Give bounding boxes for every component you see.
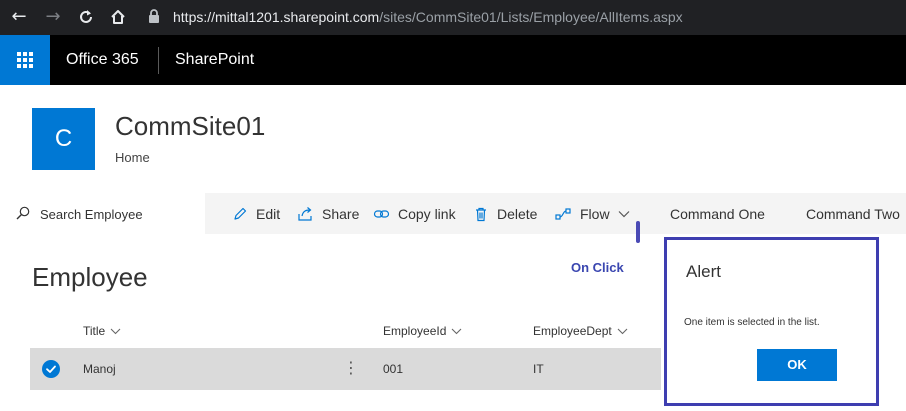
column-header-title[interactable]: Title — [83, 324, 121, 338]
list-title: Employee — [32, 262, 148, 292]
chevron-down-icon — [618, 210, 629, 217]
chevron-down-icon — [110, 328, 121, 334]
command-two-button[interactable]: Command Two — [806, 193, 900, 234]
command-one-button[interactable]: Command One — [670, 193, 765, 234]
suite-divider — [158, 47, 159, 74]
link-icon — [373, 209, 390, 218]
alert-dialog: Alert One item is selected in the list. … — [664, 237, 879, 406]
column-header-employeeid[interactable]: EmployeeId — [383, 324, 462, 338]
column-header-employeedept[interactable]: EmployeeDept — [533, 324, 628, 338]
search-box[interactable]: Search Employee — [0, 193, 205, 234]
cell-employeeid: 001 — [383, 362, 404, 376]
office365-link[interactable]: Office 365 — [66, 51, 139, 69]
flow-label: Flow — [580, 205, 610, 222]
ok-button[interactable]: OK — [757, 349, 837, 381]
chevron-down-icon — [451, 328, 462, 334]
reload-icon[interactable] — [75, 6, 97, 28]
share-icon — [298, 206, 312, 221]
delete-button[interactable]: Delete — [473, 193, 537, 234]
edit-button[interactable]: Edit — [232, 193, 280, 234]
command-two-label: Command Two — [806, 205, 900, 222]
more-options-icon[interactable]: ⋮ — [343, 360, 359, 378]
search-input[interactable]: Search Employee — [40, 207, 143, 222]
column-header-label: EmployeeId — [383, 324, 447, 338]
site-logo[interactable]: C — [32, 108, 95, 170]
sharepoint-link[interactable]: SharePoint — [175, 51, 254, 69]
copy-link-label: Copy link — [398, 205, 456, 222]
lock-icon[interactable] — [148, 9, 160, 28]
search-icon — [16, 206, 30, 220]
back-arrow-icon[interactable]: ← — [8, 6, 30, 28]
suite-bar: Office 365 SharePoint — [0, 35, 906, 85]
chevron-down-icon — [617, 328, 628, 334]
cell-employeedept: IT — [533, 362, 544, 376]
on-click-label: On Click — [571, 260, 624, 275]
focus-indicator — [636, 221, 640, 243]
app-launcher-waffle-icon[interactable] — [0, 35, 50, 85]
url-domain: https://mittal1201.sharepoint.com — [173, 9, 380, 25]
browser-toolbar: ← → https://mittal1201.sharepoint.com/si… — [0, 0, 906, 35]
home-icon[interactable] — [107, 6, 129, 28]
copy-link-button[interactable]: Copy link — [373, 193, 456, 234]
flow-icon — [555, 207, 571, 220]
column-header-label: Title — [83, 324, 106, 338]
share-button[interactable]: Share — [297, 193, 359, 234]
delete-label: Delete — [497, 205, 538, 222]
edit-label: Edit — [256, 205, 281, 222]
nav-home-link[interactable]: Home — [115, 150, 150, 165]
pencil-icon — [234, 207, 247, 220]
cell-title[interactable]: Manoj — [83, 362, 116, 376]
flow-button[interactable]: Flow — [555, 193, 638, 234]
forward-arrow-icon[interactable]: → — [42, 6, 64, 28]
url-path: /sites/CommSite01/Lists/Employee/AllItem… — [379, 9, 683, 25]
address-bar[interactable]: https://mittal1201.sharepoint.com/sites/… — [173, 9, 683, 25]
dialog-message: One item is selected in the list. — [684, 317, 820, 328]
row-checkmark-icon[interactable] — [42, 360, 60, 378]
dialog-title: Alert — [686, 262, 721, 281]
command-bar: Search Employee Edit Share Copy link Del… — [0, 193, 906, 234]
command-one-label: Command One — [670, 205, 765, 222]
share-label: Share — [322, 205, 360, 222]
site-title[interactable]: CommSite01 — [115, 111, 265, 142]
column-header-label: EmployeeDept — [533, 324, 612, 338]
trash-icon — [476, 207, 486, 221]
